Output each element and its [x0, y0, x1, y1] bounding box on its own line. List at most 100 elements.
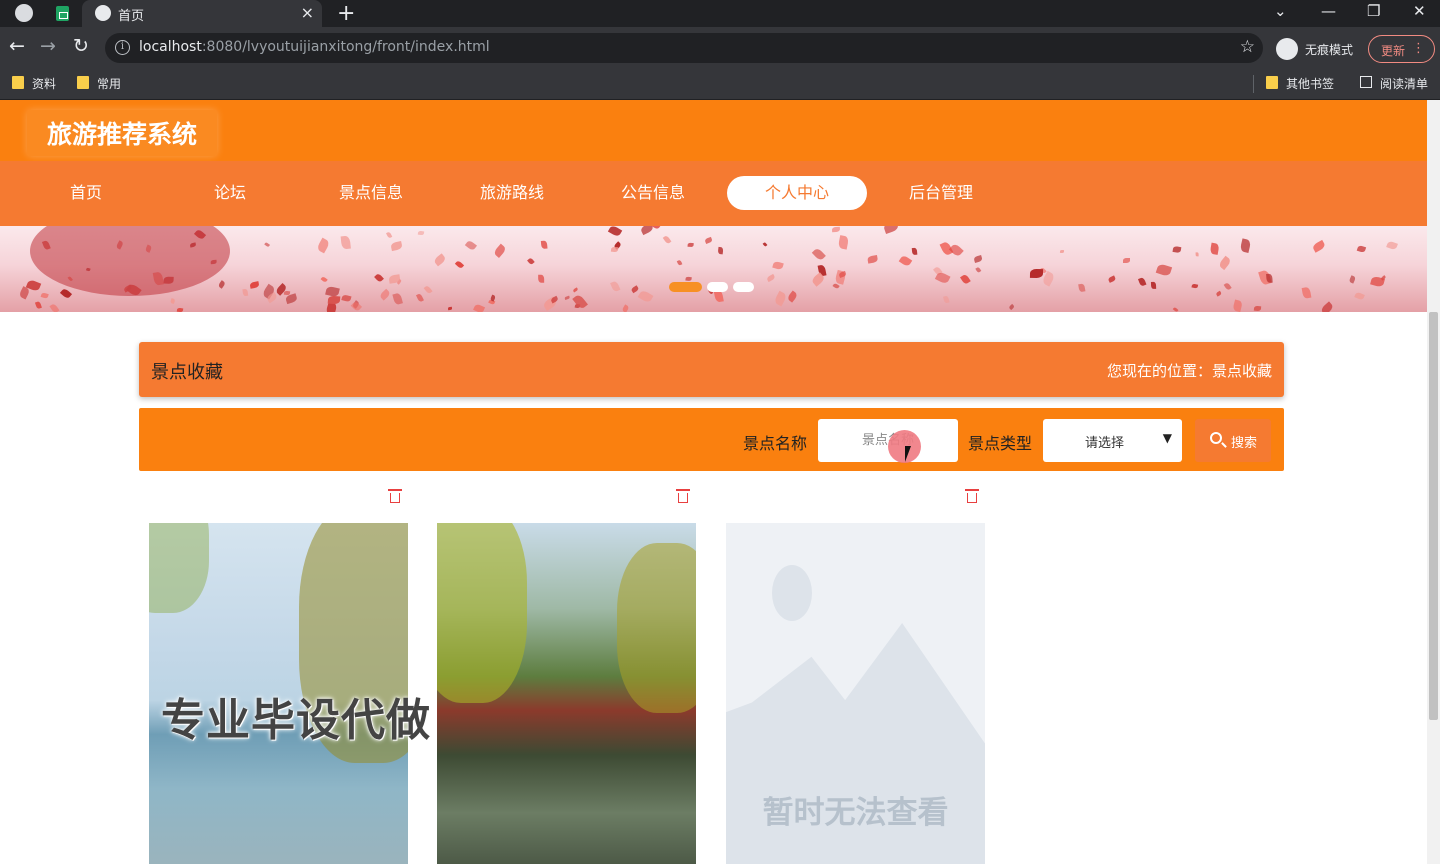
tab-search-icon[interactable]: ⌄ [1274, 2, 1287, 20]
petal [882, 226, 900, 234]
petal [704, 237, 713, 244]
petal [1151, 282, 1157, 290]
site-title: 旅游推荐系统 [27, 110, 218, 156]
type-select[interactable]: 请选择 ▼ [1043, 419, 1182, 462]
petal [1217, 256, 1232, 271]
section-header: 景点收藏 您现在的位置：景点收藏 [139, 342, 1284, 397]
browser-tab-strip: 首页 × + ⌄ — ❐ ✕ [0, 0, 1440, 27]
section-title: 景点收藏 [151, 362, 223, 383]
sheets-icon[interactable] [56, 6, 69, 21]
bookmark-folder-ziliao[interactable]: 资料 [10, 75, 56, 92]
nav-home[interactable]: 首页 [36, 176, 136, 210]
restore-icon[interactable]: ❐ [1367, 2, 1380, 20]
page-scrollbar[interactable] [1427, 100, 1440, 864]
petal [385, 231, 393, 239]
bookmark-star-icon[interactable]: ☆ [1240, 37, 1255, 57]
petal [340, 235, 351, 250]
nav-personal-center[interactable]: 个人中心 [727, 176, 867, 210]
petal [390, 240, 404, 251]
update-button[interactable]: 更新 ⋮ [1368, 35, 1435, 63]
carousel-dot-2[interactable] [707, 282, 728, 292]
nav-admin[interactable]: 后台管理 [891, 176, 991, 210]
nav-routes[interactable]: 旅游路线 [462, 176, 562, 210]
willow-foliage [437, 523, 527, 703]
petal [169, 297, 175, 304]
petal [472, 303, 485, 312]
site-header: 旅游推荐系统 [0, 100, 1427, 161]
petal [973, 255, 983, 263]
incognito-icon[interactable] [1276, 38, 1298, 60]
petal [639, 226, 654, 236]
favorite-card-placeholder[interactable]: 暂时无法查看 [726, 523, 985, 864]
scrollbar-thumb[interactable] [1429, 312, 1438, 720]
site-info-icon[interactable]: i [115, 40, 130, 55]
petal [1311, 239, 1327, 253]
window-close-icon[interactable]: ✕ [1413, 2, 1426, 20]
nav-forum[interactable]: 论坛 [180, 176, 280, 210]
type-select-value: 请选择 [1085, 436, 1125, 451]
reload-icon[interactable]: ↻ [73, 35, 89, 57]
delete-icon[interactable] [388, 489, 402, 504]
petal [975, 267, 982, 274]
bookmarks-divider [1253, 75, 1254, 93]
tab-title: 首页 [118, 9, 145, 24]
browser-toolbar: ← → ↻ i localhost:8080/lvyoutuijianxiton… [0, 27, 1440, 70]
petal [1059, 249, 1065, 253]
petal [264, 241, 270, 248]
petal [1386, 240, 1399, 251]
carousel-dot-1[interactable] [669, 282, 702, 292]
petal [572, 287, 579, 293]
petal [1172, 246, 1182, 253]
search-button[interactable]: 搜索 [1195, 419, 1271, 462]
delete-icon[interactable] [965, 489, 979, 504]
petal [1155, 262, 1172, 277]
petal [1239, 238, 1252, 254]
tab-close-icon[interactable]: × [301, 3, 314, 22]
petal [713, 290, 725, 304]
petal [837, 235, 849, 250]
petal [423, 285, 433, 295]
back-icon[interactable]: ← [9, 35, 25, 57]
petal [1232, 299, 1243, 312]
petal [762, 241, 768, 248]
carousel-dot-3[interactable] [733, 282, 754, 292]
petal [621, 304, 630, 312]
petal [831, 226, 840, 233]
bookmark-folder-other[interactable]: 其他书签 [1264, 75, 1334, 92]
forward-icon[interactable]: → [40, 35, 56, 57]
petal [176, 307, 183, 312]
petal [948, 242, 964, 258]
petal [379, 288, 392, 302]
delete-icon[interactable] [676, 489, 690, 504]
petal [688, 242, 695, 247]
nav-attractions[interactable]: 景点信息 [321, 176, 421, 210]
petal [631, 286, 640, 294]
new-tab-button[interactable]: + [337, 1, 355, 26]
petal [1353, 291, 1365, 301]
search-icon [1210, 432, 1222, 444]
bookmark-folder-changyong[interactable]: 常用 [75, 75, 121, 92]
petal [867, 255, 878, 265]
nav-announcements[interactable]: 公告信息 [603, 176, 703, 210]
globe-icon[interactable] [15, 4, 33, 22]
main-nav: 首页 论坛 景点信息 旅游路线 公告信息 个人中心 后台管理 [0, 161, 1427, 226]
favorite-card-image[interactable] [437, 523, 696, 864]
reading-list-icon [1360, 76, 1372, 88]
reading-list[interactable]: 阅读清单 [1358, 75, 1428, 92]
petal [960, 273, 971, 286]
petal [765, 273, 776, 282]
name-label: 景点名称 [743, 434, 808, 453]
petal [341, 293, 352, 303]
petal [374, 272, 385, 284]
petal [34, 301, 42, 310]
petal [1191, 283, 1199, 289]
menu-icon[interactable]: ⋮ [1412, 41, 1425, 56]
browser-tab-active[interactable]: 首页 × [82, 0, 322, 27]
minimize-icon[interactable]: — [1321, 2, 1336, 20]
petal [1122, 258, 1130, 263]
petal [327, 295, 341, 305]
petal [943, 295, 950, 304]
address-bar[interactable]: i localhost:8080/lvyoutuijianxitong/fron… [105, 33, 1263, 63]
petal [527, 257, 536, 265]
petal [1356, 244, 1367, 254]
